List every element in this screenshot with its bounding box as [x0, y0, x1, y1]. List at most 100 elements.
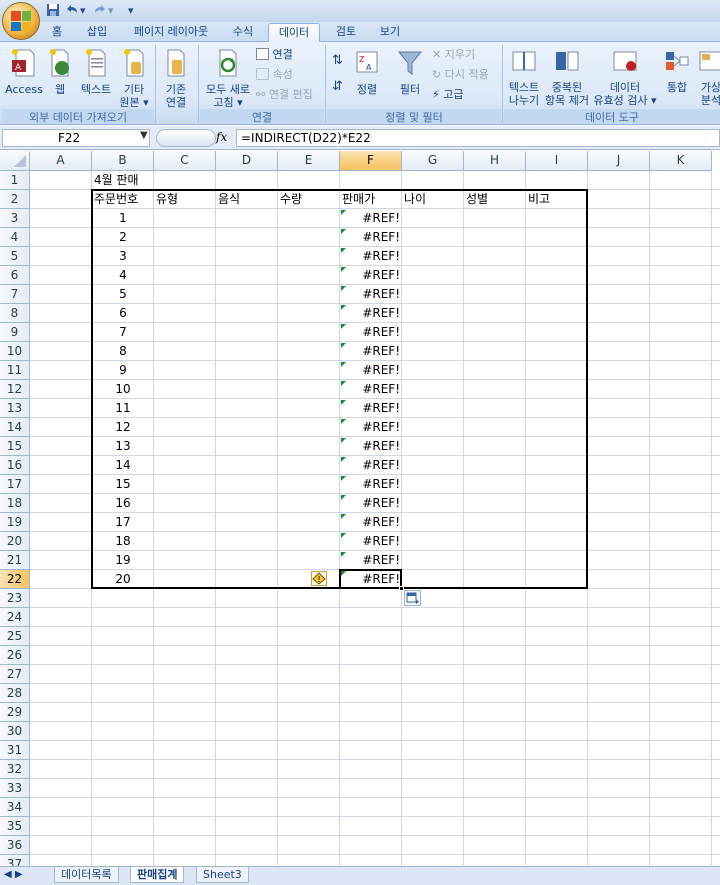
column-header-d[interactable]: D [216, 151, 278, 171]
remove-duplicates-button[interactable]: 중복된 항목 제거 [543, 48, 591, 107]
order-number-cell[interactable]: 17 [94, 513, 152, 531]
header-cell[interactable]: 비고 [528, 190, 586, 208]
row-header-1[interactable]: 1 [0, 171, 30, 190]
connections-button[interactable]: 연결 [256, 48, 293, 64]
order-number-cell[interactable]: 12 [94, 418, 152, 436]
row-header-2[interactable]: 2 [0, 190, 30, 209]
sort-button[interactable]: ZA 정렬 [350, 48, 384, 96]
save-icon[interactable] [46, 3, 60, 19]
clear-filter-button[interactable]: ✕ 지우기 [432, 48, 475, 64]
from-web-button[interactable]: 웹 [48, 48, 72, 96]
from-text-button[interactable]: 텍스트 [78, 48, 114, 96]
sheet-nav-icon[interactable]: ◀ ▶ [4, 869, 23, 880]
row-header-30[interactable]: 30 [0, 722, 30, 741]
row-header-3[interactable]: 3 [0, 209, 30, 228]
advanced-filter-button[interactable]: ⚡ 고급 [432, 88, 463, 104]
row-header-29[interactable]: 29 [0, 703, 30, 722]
row-header-16[interactable]: 16 [0, 456, 30, 475]
formula-input[interactable]: =INDIRECT(D22)*E22 [236, 129, 720, 147]
price-error-cell[interactable]: #REF! [342, 494, 400, 512]
price-error-cell[interactable]: #REF! [342, 551, 400, 569]
column-header-k[interactable]: K [650, 151, 712, 171]
price-error-cell[interactable]: #REF! [342, 437, 400, 455]
price-error-cell[interactable]: #REF! [342, 418, 400, 436]
price-error-cell[interactable]: #REF! [342, 380, 400, 398]
order-number-cell[interactable]: 8 [94, 342, 152, 360]
row-header-36[interactable]: 36 [0, 836, 30, 855]
row-header-31[interactable]: 31 [0, 741, 30, 760]
undo-dropdown-icon[interactable]: ▾ [80, 3, 86, 19]
error-warning-icon[interactable]: ! [311, 571, 327, 586]
row-header-4[interactable]: 4 [0, 228, 30, 247]
refresh-all-button[interactable]: 모두 새로 고침 ▾ [202, 48, 254, 109]
tab-formulas[interactable]: 수식 [226, 23, 260, 42]
row-header-37[interactable]: 37 [0, 855, 30, 866]
price-error-cell[interactable]: #REF! [342, 323, 400, 341]
order-number-cell[interactable]: 1 [94, 209, 152, 227]
order-number-cell[interactable]: 14 [94, 456, 152, 474]
order-number-cell[interactable]: 11 [94, 399, 152, 417]
sheet-tab-sales-summary[interactable]: 판매집계 [130, 867, 185, 883]
row-header-32[interactable]: 32 [0, 760, 30, 779]
filter-button[interactable]: 필터 [394, 48, 426, 96]
row-header-5[interactable]: 5 [0, 247, 30, 266]
redo-dropdown-icon[interactable]: ▾ [108, 3, 114, 19]
tab-view[interactable]: 보기 [374, 23, 406, 42]
text-to-columns-button[interactable]: 텍스트 나누기 [504, 48, 544, 107]
order-number-cell[interactable]: 5 [94, 285, 152, 303]
column-header-g[interactable]: G [402, 151, 464, 171]
row-header-23[interactable]: 23 [0, 589, 30, 608]
row-header-6[interactable]: 6 [0, 266, 30, 285]
formula-bar-splitter[interactable] [156, 129, 216, 147]
column-header-f[interactable]: F [340, 151, 402, 171]
row-header-26[interactable]: 26 [0, 646, 30, 665]
row-header-8[interactable]: 8 [0, 304, 30, 323]
row-header-9[interactable]: 9 [0, 323, 30, 342]
header-cell[interactable]: 수량 [280, 190, 338, 208]
order-number-cell[interactable]: 4 [94, 266, 152, 284]
redo-icon[interactable] [92, 3, 108, 19]
data-validation-button[interactable]: 데이터 유효성 검사 ▾ [592, 48, 658, 107]
insert-function-icon[interactable]: fx [216, 130, 227, 144]
row-header-18[interactable]: 18 [0, 494, 30, 513]
column-header-e[interactable]: E [278, 151, 340, 171]
properties-button[interactable]: 속성 [256, 68, 293, 84]
row-header-35[interactable]: 35 [0, 817, 30, 836]
sheet-tab-sheet3[interactable]: Sheet3 [196, 867, 249, 883]
tab-page-layout[interactable]: 페이지 레이아웃 [128, 23, 214, 42]
row-header-19[interactable]: 19 [0, 513, 30, 532]
row-header-15[interactable]: 15 [0, 437, 30, 456]
price-error-cell[interactable]: #REF! [342, 304, 400, 322]
row-header-13[interactable]: 13 [0, 399, 30, 418]
row-header-27[interactable]: 27 [0, 665, 30, 684]
edit-links-button[interactable]: ⚯ 연결 편집 [256, 88, 313, 104]
sort-ascending-button[interactable]: ⇅ [332, 54, 343, 70]
sort-descending-button[interactable]: ⇵ [332, 80, 343, 96]
column-header-c[interactable]: C [154, 151, 216, 171]
price-error-cell[interactable]: #REF! [342, 475, 400, 493]
order-number-cell[interactable]: 6 [94, 304, 152, 322]
order-number-cell[interactable]: 18 [94, 532, 152, 550]
tab-insert[interactable]: 삽입 [82, 23, 112, 42]
from-access-button[interactable]: A Access [4, 48, 44, 96]
header-cell[interactable]: 판매가 [342, 190, 400, 208]
column-header-b[interactable]: B [92, 151, 154, 171]
order-number-cell[interactable]: 16 [94, 494, 152, 512]
select-all-corner[interactable] [0, 151, 30, 171]
order-number-cell[interactable]: 20 [94, 570, 152, 588]
price-error-cell[interactable]: #REF! [342, 209, 400, 227]
header-cell[interactable]: 음식 [218, 190, 276, 208]
price-error-cell[interactable]: #REF! [342, 247, 400, 265]
column-header-i[interactable]: I [526, 151, 588, 171]
header-cell[interactable]: 나이 [404, 190, 462, 208]
existing-connections-button[interactable]: 기존 연결 [158, 48, 194, 109]
customize-quick-access-icon[interactable]: ▾ [128, 3, 134, 19]
price-error-cell[interactable]: #REF! [342, 285, 400, 303]
price-error-cell[interactable]: #REF! [342, 266, 400, 284]
row-header-10[interactable]: 10 [0, 342, 30, 361]
order-number-cell[interactable]: 9 [94, 361, 152, 379]
row-header-14[interactable]: 14 [0, 418, 30, 437]
consolidate-button[interactable]: 통합 [660, 48, 694, 94]
price-error-cell[interactable]: #REF! [342, 532, 400, 550]
order-number-cell[interactable]: 7 [94, 323, 152, 341]
